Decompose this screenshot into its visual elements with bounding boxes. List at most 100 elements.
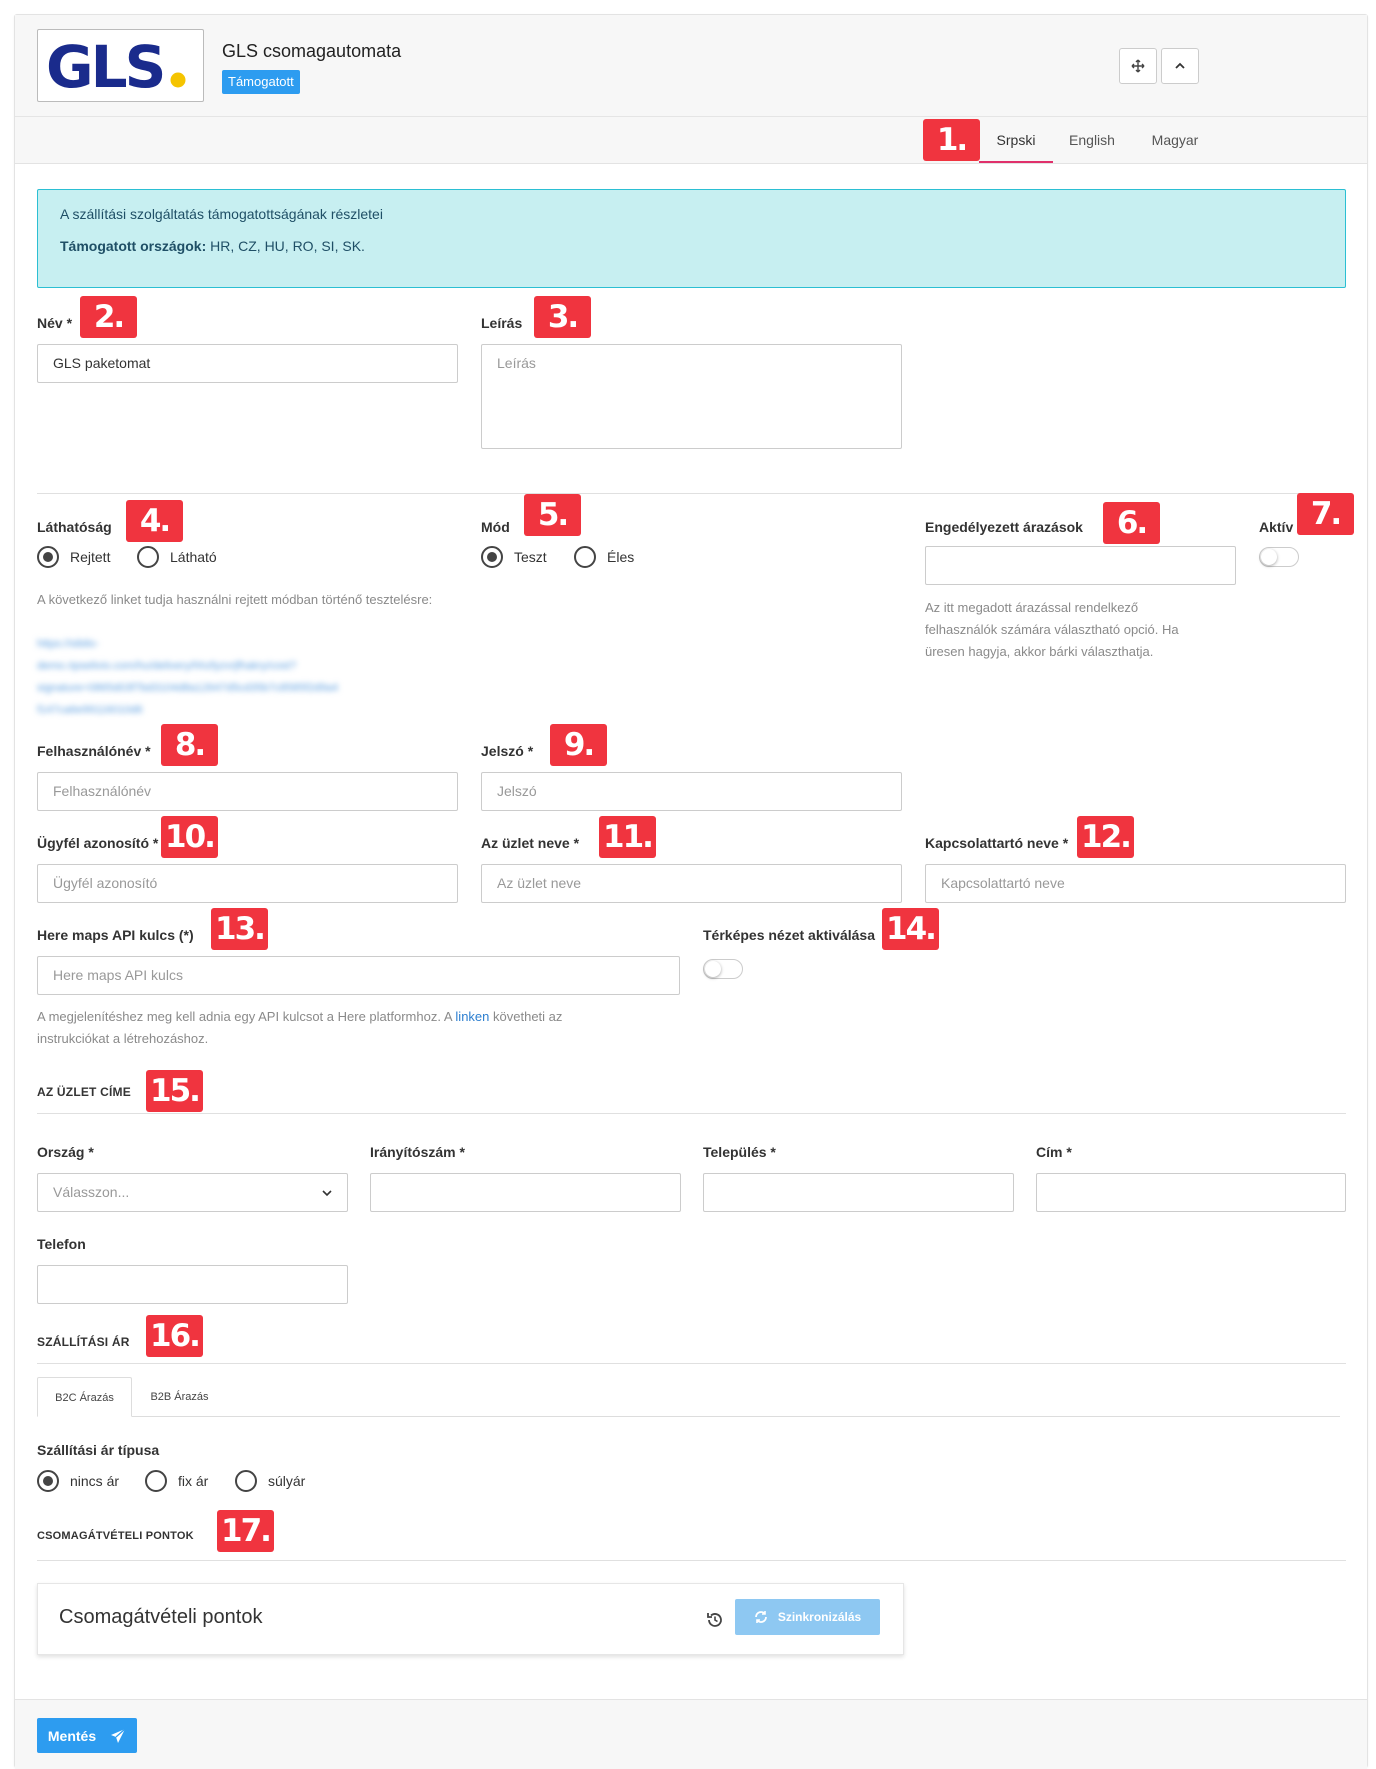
password-label: Jelszó * xyxy=(481,743,534,759)
tab-b2b-pricing[interactable]: B2B Árazás xyxy=(132,1377,227,1417)
tab-magyar[interactable]: Magyar xyxy=(1135,117,1215,163)
send-icon xyxy=(111,1728,126,1743)
client-id-label: Ügyfél azonosító * xyxy=(37,835,159,851)
contact-label: Kapcsolattartó neve * xyxy=(925,835,1069,851)
password-input[interactable]: Jelszó xyxy=(481,772,902,811)
language-tabs: 1. Srpski English Magyar xyxy=(15,117,1367,164)
radio-unchecked-icon xyxy=(574,546,596,568)
sync-button[interactable]: Szinkronizálás xyxy=(735,1599,880,1635)
here-api-link[interactable]: linken xyxy=(455,1009,489,1024)
description-textarea[interactable]: Leírás xyxy=(481,344,902,449)
help-text: instrukciókat a létrehozáshoz. xyxy=(37,1031,209,1046)
shop-name-input[interactable]: Az üzlet neve xyxy=(481,864,902,903)
move-icon xyxy=(1131,59,1145,73)
here-api-label: Here maps API kulcs (*) xyxy=(37,927,194,943)
marker-6: 6. xyxy=(1103,502,1160,544)
street-label: Cím * xyxy=(1036,1144,1072,1160)
radio-unchecked-icon xyxy=(137,546,159,568)
address-section-title: AZ ÜZLET CÍME xyxy=(37,1085,131,1099)
help-text: követheti az xyxy=(493,1009,563,1024)
radio-label: Látható xyxy=(170,549,217,565)
price-fixed-radio[interactable]: fix ár xyxy=(145,1470,208,1492)
radio-checked-icon xyxy=(481,546,503,568)
divider xyxy=(37,1560,1346,1561)
city-label: Település * xyxy=(703,1144,776,1160)
collapse-button[interactable] xyxy=(1161,48,1199,84)
street-input[interactable] xyxy=(1036,1173,1346,1212)
support-info-alert: A szállítási szolgáltatás támogatottságá… xyxy=(37,189,1346,288)
hidden-mode-help: A következő linket tudja használni rejte… xyxy=(37,592,433,607)
marker-9: 9. xyxy=(550,724,607,766)
chevron-up-icon xyxy=(1175,62,1185,69)
here-api-input[interactable]: Here maps API kulcs xyxy=(37,956,680,995)
tab-english[interactable]: English xyxy=(1055,117,1129,163)
divider xyxy=(37,493,1346,494)
mode-live-radio[interactable]: Éles xyxy=(574,546,634,568)
svg-text:GLS: GLS xyxy=(46,33,163,101)
map-view-toggle[interactable] xyxy=(703,959,743,979)
marker-13: 13. xyxy=(211,908,268,950)
info-countries-label: Támogatott országok: xyxy=(60,238,207,254)
hidden-mode-link[interactable]: https://sibilo- demo.ripselivio.com/hu/d… xyxy=(37,633,477,721)
pricing-input[interactable] xyxy=(925,546,1236,585)
tab-srpski[interactable]: Srpski xyxy=(979,117,1053,163)
country-label: Ország * xyxy=(37,1144,94,1160)
move-button[interactable] xyxy=(1119,48,1157,84)
country-select[interactable]: Válasszon... xyxy=(37,1173,348,1212)
username-input[interactable]: Felhasználónév xyxy=(37,772,458,811)
radio-unchecked-icon xyxy=(145,1470,167,1492)
mode-label: Mód xyxy=(481,519,510,535)
sync-label: Szinkronizálás xyxy=(777,1610,862,1624)
help-line: Az itt megadott árazással rendelkező xyxy=(925,600,1139,615)
name-input[interactable]: GLS paketomat xyxy=(37,344,458,383)
city-input[interactable] xyxy=(703,1173,1014,1212)
tabs-underline xyxy=(37,1416,1340,1417)
price-weight-radio[interactable]: súlyár xyxy=(235,1470,305,1492)
price-none-radio[interactable]: nincs ár xyxy=(37,1470,119,1492)
description-label: Leírás xyxy=(481,315,523,331)
price-type-label: Szállítási ár típusa xyxy=(37,1442,160,1458)
zip-input[interactable] xyxy=(370,1173,681,1212)
supported-badge: Támogatott xyxy=(222,70,300,94)
refresh-icon xyxy=(754,1611,767,1623)
pickup-section-title: CSOMAGÁTVÉTELI PONTOK xyxy=(37,1530,194,1542)
phone-input[interactable] xyxy=(37,1265,348,1304)
client-id-input[interactable]: Ügyfél azonosító xyxy=(37,864,458,903)
marker-4: 4. xyxy=(126,500,183,542)
marker-8: 8. xyxy=(161,724,218,766)
history-icon[interactable] xyxy=(705,1610,725,1630)
radio-label: Rejtett xyxy=(70,549,111,565)
marker-5: 5. xyxy=(524,494,581,536)
marker-12: 12. xyxy=(1077,816,1134,858)
marker-1: 1. xyxy=(923,119,980,161)
radio-label: Éles xyxy=(607,549,635,565)
marker-7: 7. xyxy=(1297,493,1354,535)
marker-3: 3. xyxy=(534,296,591,338)
map-view-label: Térképes nézet aktiválása xyxy=(703,927,875,943)
radio-label: nincs ár xyxy=(70,1473,120,1489)
active-toggle[interactable] xyxy=(1259,547,1299,567)
phone-label: Telefon xyxy=(37,1236,86,1252)
help-text: A megjelenítéshez meg kell adnia egy API… xyxy=(37,1009,452,1024)
divider xyxy=(37,1113,1346,1114)
visibility-visible-radio[interactable]: Látható xyxy=(137,546,217,568)
visibility-label: Láthatóság xyxy=(37,519,112,535)
tab-b2c-pricing[interactable]: B2C Árazás xyxy=(37,1377,132,1417)
save-label: Mentés xyxy=(47,1727,97,1744)
visibility-hidden-radio[interactable]: Rejtett xyxy=(37,546,110,568)
select-placeholder: Válasszon... xyxy=(53,1184,130,1200)
pickup-points-panel: Csomagátvételi pontok Szinkronizálás xyxy=(37,1583,904,1655)
username-label: Felhasználónév * xyxy=(37,743,151,759)
active-label: Aktív xyxy=(1259,519,1294,535)
mode-test-radio[interactable]: Teszt xyxy=(481,546,547,568)
panel-title: Csomagátvételi pontok xyxy=(59,1606,263,1628)
gls-logo: GLS xyxy=(37,29,204,102)
pricing-help: Az itt megadott árazással rendelkező fel… xyxy=(925,597,1235,663)
link-line: demo.ripselivio.com/hu/delivery/hhzfyzvr… xyxy=(37,660,297,672)
contact-input[interactable]: Kapcsolattartó neve xyxy=(925,864,1346,903)
save-button[interactable]: Mentés xyxy=(37,1718,137,1753)
radio-checked-icon xyxy=(37,546,59,568)
zip-label: Irányítószám * xyxy=(370,1144,465,1160)
radio-label: Teszt xyxy=(514,549,547,565)
service-title: GLS csomagautomata xyxy=(222,41,402,61)
